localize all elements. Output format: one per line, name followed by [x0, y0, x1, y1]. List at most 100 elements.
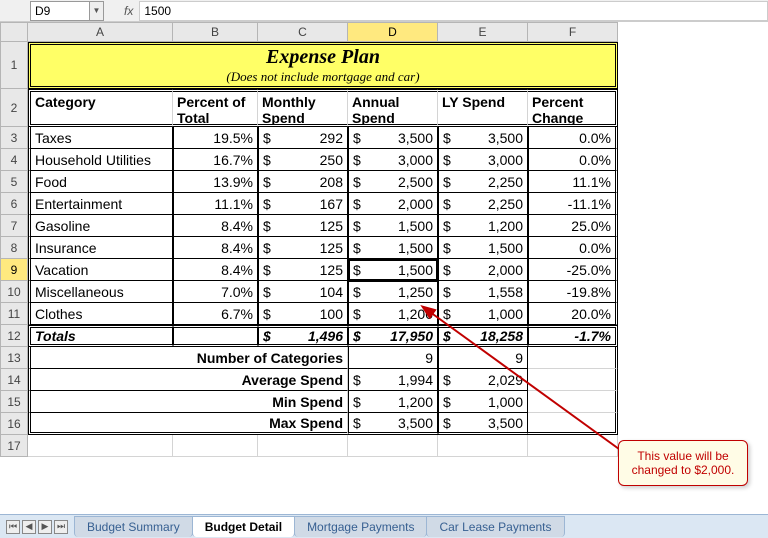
- cell-C7[interactable]: $125: [258, 215, 348, 237]
- cell-C8[interactable]: $125: [258, 237, 348, 259]
- cell-B4[interactable]: 16.7%: [173, 149, 258, 171]
- col-head-A[interactable]: A: [28, 22, 173, 42]
- cell-D6[interactable]: $2,000: [348, 193, 438, 215]
- cell-A4[interactable]: Household Utilities: [28, 149, 173, 171]
- cell-E9[interactable]: $2,000: [438, 259, 528, 281]
- stats-label-13[interactable]: Number of Categories: [28, 347, 348, 369]
- cell-F7[interactable]: 25.0%: [528, 215, 618, 237]
- cell-E16[interactable]: $3,500: [438, 413, 528, 435]
- cell-E14[interactable]: $2,029: [438, 369, 528, 391]
- cell-C6[interactable]: $167: [258, 193, 348, 215]
- row-head-12[interactable]: 12: [0, 325, 28, 347]
- cell-E17[interactable]: [438, 435, 528, 457]
- sheet-tab-budget-detail[interactable]: Budget Detail: [192, 516, 295, 537]
- header-F[interactable]: Percent Change: [528, 89, 618, 127]
- sheet-tab-budget-summary[interactable]: Budget Summary: [74, 516, 193, 537]
- cell-B11[interactable]: 6.7%: [173, 303, 258, 325]
- cell-B10[interactable]: 7.0%: [173, 281, 258, 303]
- row-head-7[interactable]: 7: [0, 215, 28, 237]
- row-head-9[interactable]: 9: [0, 259, 28, 281]
- cell-A5[interactable]: Food: [28, 171, 173, 193]
- row-head-11[interactable]: 11: [0, 303, 28, 325]
- cell-F10[interactable]: -19.8%: [528, 281, 618, 303]
- cell-C5[interactable]: $208: [258, 171, 348, 193]
- cell-B7[interactable]: 8.4%: [173, 215, 258, 237]
- cell-B5[interactable]: 13.9%: [173, 171, 258, 193]
- row-head-16[interactable]: 16: [0, 413, 28, 435]
- sheet-tab-mortgage-payments[interactable]: Mortgage Payments: [294, 516, 427, 537]
- row-head-17[interactable]: 17: [0, 435, 28, 457]
- cell-F14[interactable]: [528, 369, 618, 391]
- cell-C17[interactable]: [258, 435, 348, 457]
- header-B[interactable]: Percent of Total: [173, 89, 258, 127]
- cell-B6[interactable]: 11.1%: [173, 193, 258, 215]
- cell-D9[interactable]: $1,500: [348, 259, 438, 281]
- row-head-13[interactable]: 13: [0, 347, 28, 369]
- cell-D12[interactable]: $17,950: [348, 325, 438, 347]
- cell-B8[interactable]: 8.4%: [173, 237, 258, 259]
- cell-F12[interactable]: -1.7%: [528, 325, 618, 347]
- col-head-D[interactable]: D: [348, 22, 438, 42]
- tab-nav-next[interactable]: ▶: [38, 520, 52, 534]
- cell-A17[interactable]: [28, 435, 173, 457]
- name-box[interactable]: D9: [30, 1, 90, 21]
- cell-D5[interactable]: $2,500: [348, 171, 438, 193]
- cell-D13[interactable]: 9: [348, 347, 438, 369]
- cell-D8[interactable]: $1,500: [348, 237, 438, 259]
- cell-A11[interactable]: Clothes: [28, 303, 173, 325]
- cell-C4[interactable]: $250: [258, 149, 348, 171]
- cell-E6[interactable]: $2,250: [438, 193, 528, 215]
- cell-C3[interactable]: $292: [258, 127, 348, 149]
- cell-E15[interactable]: $1,000: [438, 391, 528, 413]
- col-head-E[interactable]: E: [438, 22, 528, 42]
- row-head-10[interactable]: 10: [0, 281, 28, 303]
- cell-B3[interactable]: 19.5%: [173, 127, 258, 149]
- header-D[interactable]: Annual Spend: [348, 89, 438, 127]
- cell-E13[interactable]: 9: [438, 347, 528, 369]
- cell-F11[interactable]: 20.0%: [528, 303, 618, 325]
- row-head-14[interactable]: 14: [0, 369, 28, 391]
- fx-icon[interactable]: fx: [124, 4, 133, 18]
- stats-label-14[interactable]: Average Spend: [28, 369, 348, 391]
- header-A[interactable]: Category: [28, 89, 173, 127]
- cell-A10[interactable]: Miscellaneous: [28, 281, 173, 303]
- row-head-3[interactable]: 3: [0, 127, 28, 149]
- cell-D4[interactable]: $3,000: [348, 149, 438, 171]
- cell-B9[interactable]: 8.4%: [173, 259, 258, 281]
- cell-D16[interactable]: $3,500: [348, 413, 438, 435]
- cell-E12[interactable]: $18,258: [438, 325, 528, 347]
- cell-F17[interactable]: [528, 435, 618, 457]
- cell-C11[interactable]: $100: [258, 303, 348, 325]
- stats-label-15[interactable]: Min Spend: [28, 391, 348, 413]
- cell-D7[interactable]: $1,500: [348, 215, 438, 237]
- header-C[interactable]: Monthly Spend: [258, 89, 348, 127]
- select-all-corner[interactable]: [0, 22, 28, 42]
- cell-E4[interactable]: $3,000: [438, 149, 528, 171]
- formula-bar[interactable]: 1500: [139, 1, 768, 21]
- col-head-C[interactable]: C: [258, 22, 348, 42]
- tab-nav-first[interactable]: ⏮: [6, 520, 20, 534]
- cell-C9[interactable]: $125: [258, 259, 348, 281]
- cell-A12[interactable]: Totals: [28, 325, 173, 347]
- cell-D3[interactable]: $3,500: [348, 127, 438, 149]
- cell-D15[interactable]: $1,200: [348, 391, 438, 413]
- cell-E10[interactable]: $1,558: [438, 281, 528, 303]
- row-head-1[interactable]: 1: [0, 42, 28, 89]
- row-head-6[interactable]: 6: [0, 193, 28, 215]
- cell-D10[interactable]: $1,250: [348, 281, 438, 303]
- name-box-dropdown[interactable]: ▼: [90, 1, 104, 21]
- title-cell[interactable]: Expense Plan(Does not include mortgage a…: [28, 42, 618, 89]
- cell-F4[interactable]: 0.0%: [528, 149, 618, 171]
- tab-nav-prev[interactable]: ◀: [22, 520, 36, 534]
- cell-E3[interactable]: $3,500: [438, 127, 528, 149]
- cell-F15[interactable]: [528, 391, 618, 413]
- header-E[interactable]: LY Spend: [438, 89, 528, 127]
- row-head-15[interactable]: 15: [0, 391, 28, 413]
- cell-A3[interactable]: Taxes: [28, 127, 173, 149]
- cell-C12[interactable]: $1,496: [258, 325, 348, 347]
- cell-D11[interactable]: $1,200: [348, 303, 438, 325]
- row-head-4[interactable]: 4: [0, 149, 28, 171]
- cell-A7[interactable]: Gasoline: [28, 215, 173, 237]
- cell-F3[interactable]: 0.0%: [528, 127, 618, 149]
- cell-B12[interactable]: [173, 325, 258, 347]
